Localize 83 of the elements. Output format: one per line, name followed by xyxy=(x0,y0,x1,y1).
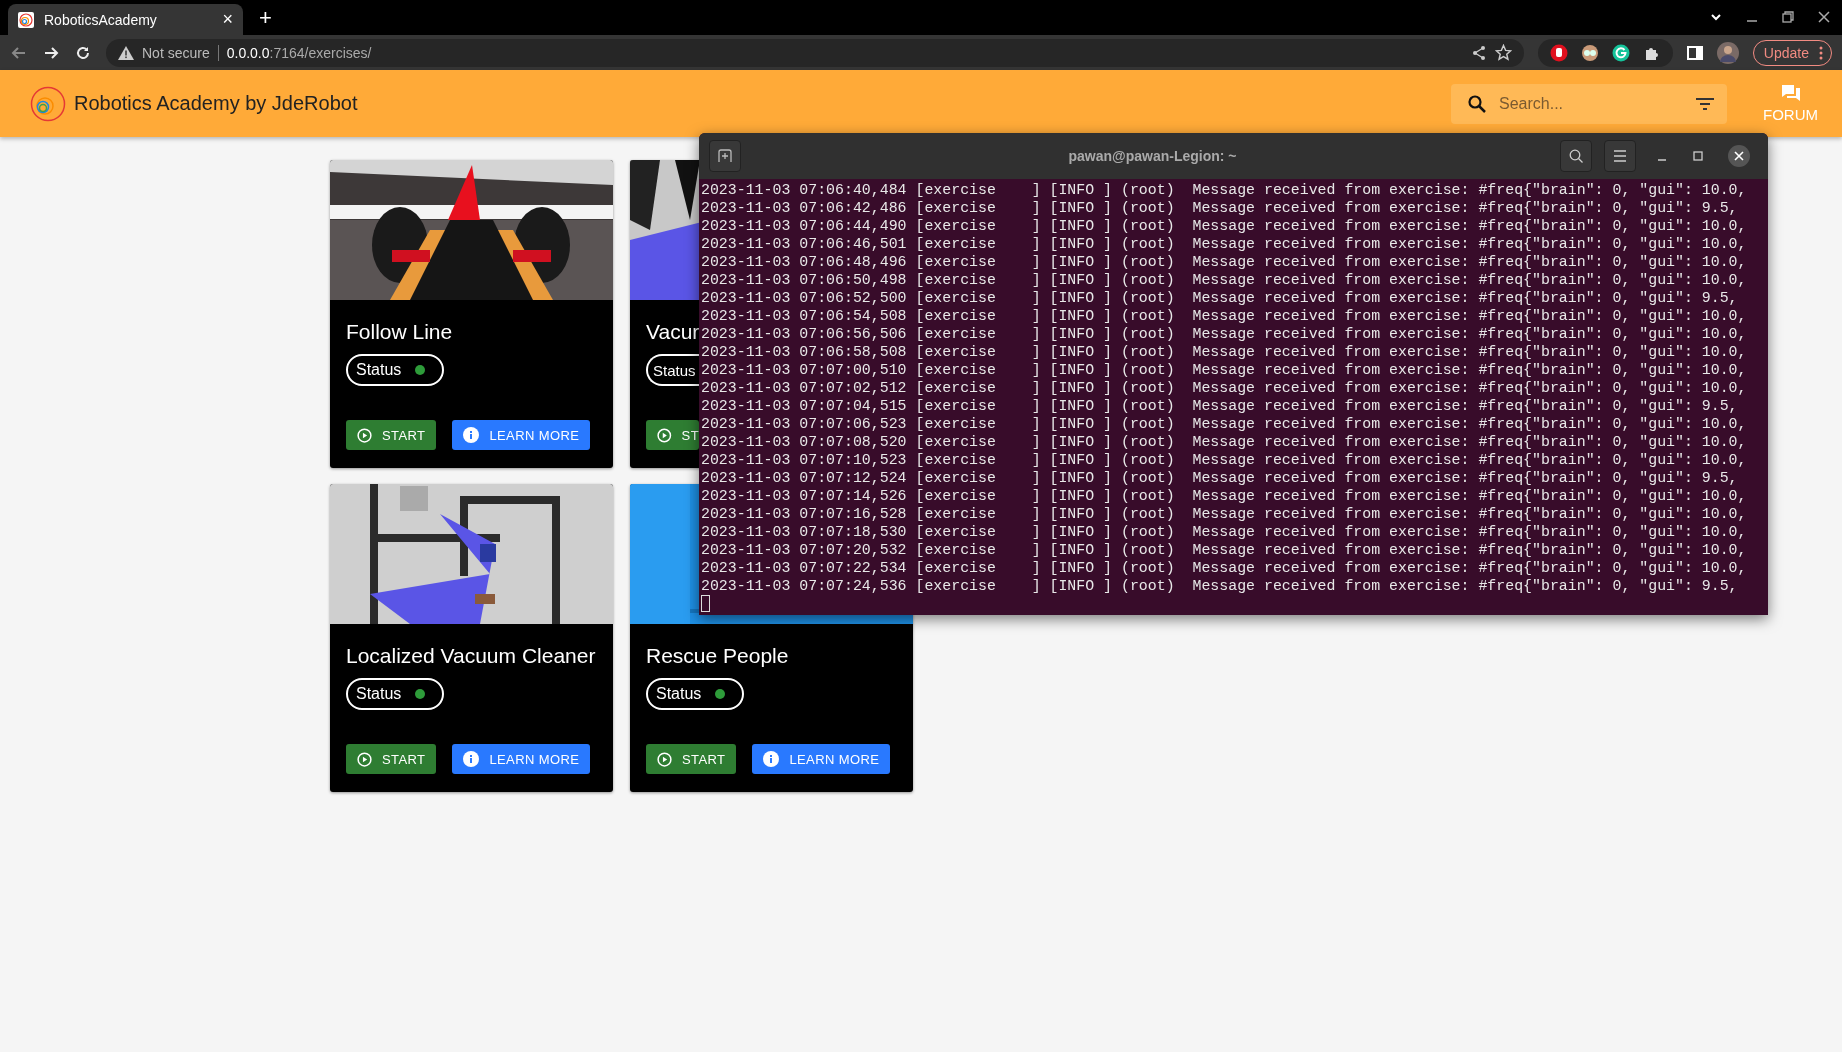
close-icon[interactable] xyxy=(1728,145,1750,167)
app-title: Robotics Academy by JdeRobot xyxy=(74,92,358,115)
text-cursor xyxy=(701,595,710,612)
search-field[interactable]: Search... xyxy=(1497,93,1685,114)
log-line: 2023-11-03 07:06:56,506 [exercise ] [INFO ] (root) Message received from exercise: #freq{"brain": 0, "gui": 10.0, xyxy=(701,325,1748,343)
play-icon xyxy=(357,751,372,767)
log-line: 2023-11-03 07:07:00,510 [exercise ] [INFO ] (root) Message received from exercise: #freq{"brain": 0, "gui": 10.0, xyxy=(701,361,1748,379)
security-label: Not secure xyxy=(142,44,210,61)
menu-icon xyxy=(1613,150,1627,162)
log-line: 2023-11-03 07:07:20,532 [exercise ] [INFO ] (root) Message received from exercise: #freq{"brain": 0, "gui": 10.0, xyxy=(701,541,1748,559)
log-line: 2023-11-03 07:06:54,508 [exercise ] [INFO ] (root) Message received from exercise: #freq{"brain": 0, "gui": 10.0, xyxy=(701,307,1748,325)
restore-icon[interactable] xyxy=(1781,10,1795,24)
warning-icon xyxy=(118,45,134,60)
learn-more-button[interactable]: LEARN MORE xyxy=(452,420,591,450)
log-line: 2023-11-03 07:07:06,523 [exercise ] [INFO ] (root) Message received from exercise: #freq{"brain": 0, "gui": 10.0, xyxy=(701,415,1748,433)
status-dot xyxy=(415,689,426,699)
log-line: 2023-11-03 07:06:58,508 [exercise ] [INFO ] (root) Message received from exercise: #freq{"brain": 0, "gui": 10.0, xyxy=(701,343,1748,361)
share-icon[interactable] xyxy=(1470,44,1487,61)
side-panel-icon[interactable] xyxy=(1686,44,1703,61)
log-line: 2023-11-03 07:07:24,536 [exercise ] [INFO ] (root) Message received from exercise: #freq{"brain": 0, "gui": 9.5, xyxy=(701,577,1739,595)
log-line: 2023-11-03 07:07:16,528 [exercise ] [INFO ] (root) Message received from exercise: #freq{"brain": 0, "gui": 10.0, xyxy=(701,505,1748,523)
search-bar[interactable]: Search... xyxy=(1451,83,1727,124)
status-label: Status xyxy=(356,685,402,703)
g-icon[interactable] xyxy=(1611,43,1630,62)
log-line: 2023-11-03 07:06:48,496 [exercise ] [INFO ] (root) Message received from exercise: #freq{"brain": 0, "gui": 10.0, xyxy=(701,253,1748,271)
start-button[interactable]: START xyxy=(646,744,737,774)
log-line: 2023-11-03 07:07:22,534 [exercise ] [INFO ] (root) Message received from exercise: #freq{"brain": 0, "gui": 10.0, xyxy=(701,559,1748,577)
search-icon xyxy=(1568,148,1584,164)
log-line: 2023-11-03 07:07:12,524 [exercise ] [INFO ] (root) Message received from exercise: #freq{"brain": 0, "gui": 9.5, xyxy=(701,469,1739,487)
log-line: 2023-11-03 07:07:18,530 [exercise ] [INFO ] (root) Message received from exercise: #freq{"brain": 0, "gui": 10.0, xyxy=(701,523,1748,541)
log-line: 2023-11-03 07:06:42,486 [exercise ] [INFO ] (root) Message received from exercise: #freq{"brain": 0, "gui": 9.5, xyxy=(701,199,1739,217)
star-icon[interactable] xyxy=(1494,44,1512,61)
new-tab-button[interactable] xyxy=(709,140,741,172)
play-icon xyxy=(357,427,372,443)
log-line: 2023-11-03 07:06:50,498 [exercise ] [INFO ] (root) Message received from exercise: #freq{"brain": 0, "gui": 10.0, xyxy=(701,271,1748,289)
status-dot xyxy=(715,689,726,699)
browser-tab[interactable]: RoboticsAcademy × xyxy=(8,4,243,35)
learn-more-button[interactable]: LEARN MORE xyxy=(452,744,591,774)
status-label: Status xyxy=(656,685,702,703)
status-label: Status xyxy=(653,361,696,379)
start-button[interactable]: START xyxy=(346,420,437,450)
maximize-icon[interactable] xyxy=(1692,150,1704,162)
exercise-title: Vacur xyxy=(646,320,699,344)
chat-icon xyxy=(1780,84,1801,102)
tab-title: RoboticsAcademy xyxy=(44,11,158,28)
log-line: 2023-11-03 07:06:52,500 [exercise ] [INFO ] (root) Message received from exercise: #freq{"brain": 0, "gui": 9.5, xyxy=(701,289,1739,307)
status-label: Status xyxy=(356,361,402,379)
url-text: 0.0.0.0:7164/exercises/ xyxy=(226,44,372,61)
learn-more-button[interactable]: LEARN MORE xyxy=(752,744,891,774)
play-icon xyxy=(657,427,672,443)
spiral-logo-icon xyxy=(30,85,66,122)
play-icon xyxy=(657,751,672,767)
exercise-title: Follow Line xyxy=(346,320,453,344)
log-line: 2023-11-03 07:07:04,515 [exercise ] [INFO ] (root) Message received from exercise: #freq{"brain": 0, "gui": 9.5, xyxy=(701,397,1739,415)
log-line: 2023-11-03 07:07:02,512 [exercise ] [INFO ] (root) Message received from exercise: #freq{"brain": 0, "gui": 10.0, xyxy=(701,379,1748,397)
log-line: 2023-11-03 07:07:08,520 [exercise ] [INFO ] (root) Message received from exercise: #freq{"brain": 0, "gui": 10.0, xyxy=(701,433,1748,451)
start-button[interactable]: START xyxy=(346,744,437,774)
search-icon xyxy=(1467,93,1487,114)
filter-icon[interactable] xyxy=(1695,96,1715,111)
start-button[interactable]: ST xyxy=(646,420,699,450)
exercise-title: Rescue People xyxy=(646,644,789,668)
exercise-title: Localized Vacuum Cleaner xyxy=(346,644,596,668)
menu-button[interactable] xyxy=(1604,140,1636,172)
log-line: 2023-11-03 07:06:46,501 [exercise ] [INFO ] (root) Message received from exercise: #freq{"brain": 0, "gui": 10.0, xyxy=(701,235,1748,253)
log-line: 2023-11-03 07:07:10,523 [exercise ] [INFO ] (root) Message received from exercise: #freq{"brain": 0, "gui": 10.0, xyxy=(701,451,1748,469)
more-icon xyxy=(1819,45,1823,60)
close-tab-button[interactable]: × xyxy=(222,9,233,30)
new-tab-button[interactable]: + xyxy=(259,5,272,31)
avatar-icon[interactable] xyxy=(1716,41,1739,64)
terminal-title: pawan@pawan-Legion: ~ xyxy=(1067,148,1238,164)
info-icon xyxy=(763,751,780,767)
log-line: 2023-11-03 07:06:40,484 [exercise ] [INFO ] (root) Message received from exercise: #freq{"brain": 0, "gui": 10.0, xyxy=(701,181,1748,199)
status-dot xyxy=(415,365,426,375)
info-icon xyxy=(463,751,480,767)
close-icon[interactable] xyxy=(1817,10,1831,24)
address-bar[interactable]: Not secure 0.0.0.0:7164/exercises/ xyxy=(106,38,1524,67)
search-button[interactable] xyxy=(1560,140,1592,172)
spiral-logo-icon xyxy=(18,11,34,28)
goggles-icon[interactable] xyxy=(1580,43,1599,62)
log-line: 2023-11-03 07:07:14,526 [exercise ] [INFO ] (root) Message received from exercise: #freq{"brain": 0, "gui": 10.0, xyxy=(701,487,1748,505)
plus-icon xyxy=(718,149,732,163)
log-line: 2023-11-03 07:06:44,490 [exercise ] [INFO ] (root) Message received from exercise: #freq{"brain": 0, "gui": 10.0, xyxy=(701,217,1748,235)
info-icon xyxy=(463,427,480,443)
